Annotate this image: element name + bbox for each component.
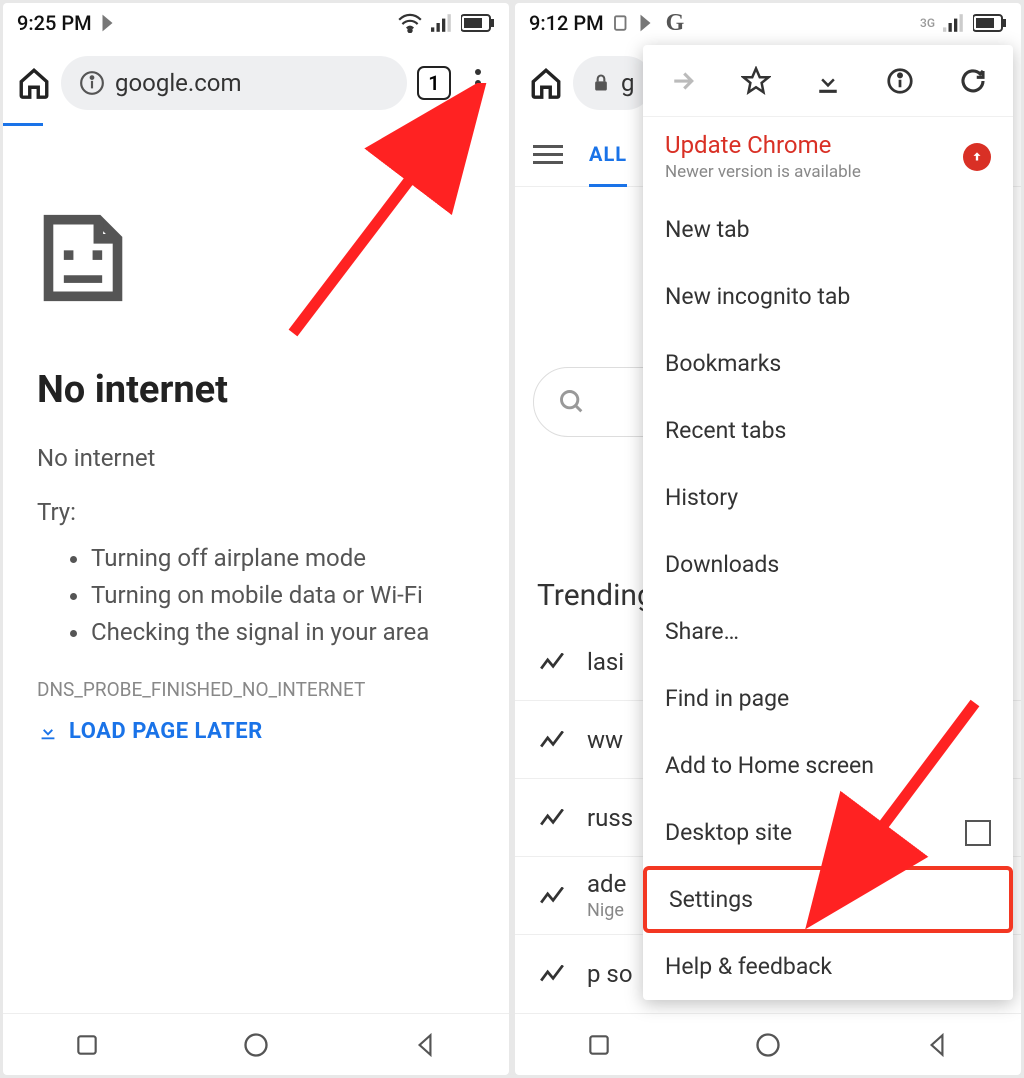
home-icon[interactable] bbox=[17, 66, 51, 100]
error-tip: Turning on mobile data or Wi-Fi bbox=[91, 577, 475, 614]
url-bar[interactable]: g bbox=[573, 56, 653, 110]
refresh-icon[interactable] bbox=[958, 66, 988, 96]
info-icon[interactable] bbox=[885, 66, 915, 96]
nav-home-icon[interactable] bbox=[754, 1031, 782, 1059]
signal-icon bbox=[431, 14, 453, 32]
play-store-icon bbox=[100, 13, 120, 33]
url-bar[interactable]: google.com bbox=[61, 56, 407, 110]
hamburger-icon[interactable] bbox=[533, 145, 563, 164]
nav-back-icon[interactable] bbox=[412, 1032, 438, 1058]
error-code: DNS_PROBE_FINISHED_NO_INTERNET bbox=[37, 678, 475, 701]
desktop-site-checkbox[interactable] bbox=[965, 820, 991, 846]
network-type: 3G bbox=[920, 16, 935, 30]
menu-recent-tabs[interactable]: Recent tabs bbox=[643, 397, 1013, 464]
error-tips-list: Turning off airplane mode Turning on mob… bbox=[37, 540, 475, 652]
chrome-toolbar: google.com 1 bbox=[3, 43, 509, 123]
play-store-icon bbox=[638, 13, 658, 33]
wifi-icon bbox=[397, 13, 423, 33]
trending-title: lasi bbox=[587, 648, 624, 676]
trend-icon bbox=[539, 809, 565, 827]
update-title: Update Chrome bbox=[665, 131, 861, 159]
nav-recent-icon[interactable] bbox=[586, 1032, 612, 1058]
nav-back-icon[interactable] bbox=[924, 1032, 950, 1058]
info-icon bbox=[79, 70, 105, 96]
download-icon bbox=[37, 720, 59, 742]
forward-icon[interactable] bbox=[668, 66, 698, 96]
battery-icon bbox=[973, 14, 1007, 32]
chrome-dropdown-menu: Update Chrome Newer version is available… bbox=[643, 45, 1013, 1000]
update-subtitle: Newer version is available bbox=[665, 162, 861, 182]
trend-icon bbox=[539, 887, 565, 905]
trending-title: ww bbox=[587, 726, 623, 754]
status-bar: 9:25 PM bbox=[3, 3, 509, 43]
battery-icon bbox=[461, 14, 495, 32]
update-badge-icon bbox=[963, 143, 991, 171]
menu-add-home[interactable]: Add to Home screen bbox=[643, 732, 1013, 799]
menu-history[interactable]: History bbox=[643, 464, 1013, 531]
menu-help-feedback[interactable]: Help & feedback bbox=[643, 933, 1013, 1000]
url-text: g bbox=[621, 69, 634, 97]
trending-sub: Nige bbox=[587, 900, 626, 921]
menu-update-chrome[interactable]: Update Chrome Newer version is available bbox=[643, 117, 1013, 196]
sad-page-icon bbox=[37, 212, 129, 304]
square-icon bbox=[612, 14, 630, 32]
trend-icon bbox=[539, 965, 565, 983]
offline-error-page: No internet No internet Try: Turning off… bbox=[3, 126, 509, 1013]
error-try-label: Try: bbox=[37, 498, 475, 526]
android-nav-bar bbox=[515, 1013, 1021, 1075]
lock-icon bbox=[591, 73, 611, 93]
status-time: 9:25 PM bbox=[17, 11, 92, 35]
menu-find-in-page[interactable]: Find in page bbox=[643, 665, 1013, 732]
error-tip: Checking the signal in your area bbox=[91, 614, 475, 651]
trending-title: p so bbox=[587, 960, 633, 988]
home-icon[interactable] bbox=[529, 66, 563, 100]
error-title: No internet bbox=[37, 368, 475, 412]
menu-new-tab[interactable]: New tab bbox=[643, 196, 1013, 263]
trending-title: ade bbox=[587, 870, 626, 898]
menu-share[interactable]: Share… bbox=[643, 598, 1013, 665]
error-subtitle: No internet bbox=[37, 444, 475, 472]
menu-settings[interactable]: Settings bbox=[643, 866, 1013, 933]
tab-all[interactable]: ALL bbox=[589, 142, 627, 187]
error-tip: Turning off airplane mode bbox=[91, 540, 475, 577]
url-text: google.com bbox=[115, 69, 242, 97]
menu-bookmarks[interactable]: Bookmarks bbox=[643, 330, 1013, 397]
load-later-label: LOAD PAGE LATER bbox=[69, 719, 263, 744]
status-bar: 9:12 PM G 3G bbox=[515, 3, 1021, 43]
menu-desktop-site[interactable]: Desktop site bbox=[643, 799, 1013, 866]
tab-switcher[interactable]: 1 bbox=[417, 66, 451, 100]
search-icon bbox=[558, 388, 586, 416]
menu-new-incognito[interactable]: New incognito tab bbox=[643, 263, 1013, 330]
menu-button[interactable] bbox=[461, 69, 495, 97]
trend-icon bbox=[539, 653, 565, 671]
signal-icon bbox=[943, 14, 965, 32]
download-icon[interactable] bbox=[813, 66, 843, 96]
menu-top-actions bbox=[643, 45, 1013, 117]
left-screenshot: 9:25 PM google.com 1 No bbox=[3, 3, 509, 1075]
status-time: 9:12 PM bbox=[529, 11, 604, 35]
menu-downloads[interactable]: Downloads bbox=[643, 531, 1013, 598]
load-page-later-button[interactable]: LOAD PAGE LATER bbox=[37, 719, 475, 744]
nav-recent-icon[interactable] bbox=[74, 1032, 100, 1058]
trending-title: russ bbox=[587, 804, 633, 832]
google-g-icon: G bbox=[666, 10, 685, 37]
right-screenshot: 9:12 PM G 3G g ALL Hausa Trending lasi w… bbox=[515, 3, 1021, 1075]
nav-home-icon[interactable] bbox=[242, 1031, 270, 1059]
star-icon[interactable] bbox=[741, 66, 771, 96]
tab-count-number: 1 bbox=[428, 71, 439, 95]
android-nav-bar bbox=[3, 1013, 509, 1075]
trend-icon bbox=[539, 731, 565, 749]
